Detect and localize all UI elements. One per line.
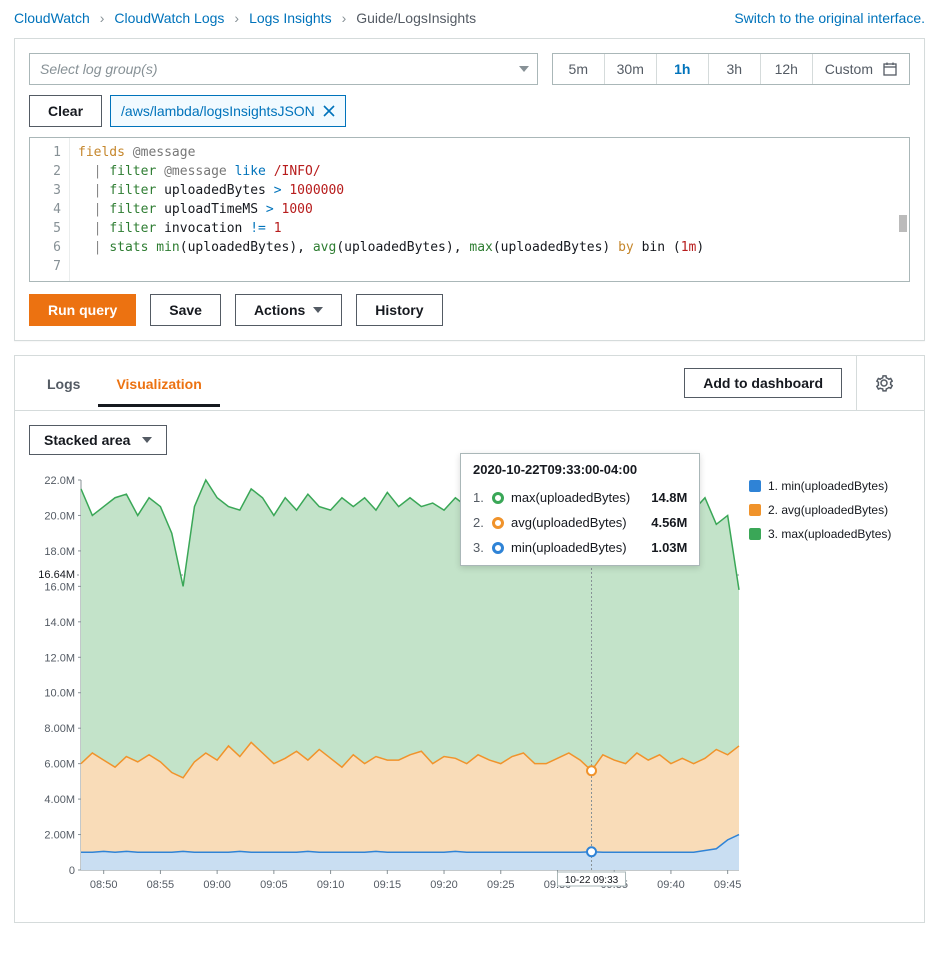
time-range-picker: 5m 30m 1h 3h 12h Custom: [552, 53, 910, 85]
calendar-icon: [883, 62, 897, 76]
svg-text:0: 0: [69, 865, 75, 877]
run-query-button[interactable]: Run query: [29, 294, 136, 326]
svg-text:08:50: 08:50: [90, 879, 118, 891]
editor-code[interactable]: fields @message | filter @message like /…: [70, 138, 909, 281]
svg-text:20.0M: 20.0M: [44, 510, 75, 522]
tab-visualization[interactable]: Visualization: [98, 360, 219, 407]
svg-text:09:05: 09:05: [260, 879, 288, 891]
svg-text:09:20: 09:20: [430, 879, 458, 891]
log-group-select[interactable]: Select log group(s): [29, 53, 538, 85]
tabs: Logs Visualization: [29, 360, 220, 407]
editor-gutter: 1234567: [30, 138, 70, 281]
close-icon[interactable]: [323, 105, 335, 117]
tab-logs[interactable]: Logs: [29, 360, 98, 407]
add-to-dashboard-button[interactable]: Add to dashboard: [684, 368, 842, 398]
svg-text:16.0M: 16.0M: [44, 581, 75, 593]
breadcrumb-link[interactable]: CloudWatch: [14, 10, 90, 26]
tooltip-title: 2020-10-22T09:33:00-04:00: [461, 454, 699, 485]
svg-text:09:00: 09:00: [203, 879, 231, 891]
results-panel: Logs Visualization Add to dashboard Stac…: [14, 355, 925, 923]
svg-text:2.00M: 2.00M: [44, 830, 75, 842]
time-range-5m[interactable]: 5m: [553, 54, 605, 84]
save-button[interactable]: Save: [150, 294, 221, 326]
svg-text:22.0M: 22.0M: [44, 475, 75, 487]
svg-text:8.00M: 8.00M: [44, 723, 75, 735]
chevron-right-icon: ›: [100, 10, 105, 26]
caret-down-icon: [519, 66, 529, 72]
svg-text:09:25: 09:25: [487, 879, 515, 891]
chevron-right-icon: ›: [234, 10, 239, 26]
svg-text:09:10: 09:10: [317, 879, 345, 891]
svg-text:09:15: 09:15: [374, 879, 402, 891]
legend-item[interactable]: 1. min(uploadedBytes): [749, 479, 910, 493]
time-range-12h[interactable]: 12h: [761, 54, 813, 84]
time-range-custom[interactable]: Custom: [813, 54, 909, 84]
breadcrumb-current: Guide/LogsInsights: [356, 10, 476, 26]
settings-button[interactable]: [856, 356, 910, 410]
svg-text:14.0M: 14.0M: [44, 617, 75, 629]
caret-down-icon: [142, 437, 152, 443]
svg-text:09:40: 09:40: [657, 879, 685, 891]
log-group-tag: /aws/lambda/logsInsightsJSON: [110, 95, 346, 127]
svg-text:10-22 09:33: 10-22 09:33: [565, 875, 619, 886]
tooltip-row: 1.max(uploadedBytes)14.8M: [461, 485, 699, 510]
chart-tooltip: 2020-10-22T09:33:00-04:00 1.max(uploaded…: [460, 453, 700, 566]
legend-item[interactable]: 3. max(uploadedBytes): [749, 527, 910, 541]
svg-text:6.00M: 6.00M: [44, 759, 75, 771]
switch-interface-link[interactable]: Switch to the original interface.: [734, 10, 925, 26]
time-range-1h[interactable]: 1h: [657, 54, 709, 84]
svg-text:08:55: 08:55: [147, 879, 175, 891]
gear-icon: [875, 374, 893, 392]
svg-text:12.0M: 12.0M: [44, 652, 75, 664]
legend-item[interactable]: 2. avg(uploadedBytes): [749, 503, 910, 517]
tooltip-row: 3.min(uploadedBytes)1.03M: [461, 535, 699, 565]
svg-text:16.64M: 16.64M: [38, 569, 75, 581]
history-button[interactable]: History: [356, 294, 442, 326]
svg-text:18.0M: 18.0M: [44, 546, 75, 558]
actions-button[interactable]: Actions: [235, 294, 342, 326]
svg-text:10.0M: 10.0M: [44, 688, 75, 700]
tooltip-row: 2.avg(uploadedBytes)4.56M: [461, 510, 699, 535]
breadcrumb: CloudWatch › CloudWatch Logs › Logs Insi…: [14, 10, 476, 26]
svg-text:09:45: 09:45: [714, 879, 742, 891]
time-range-30m[interactable]: 30m: [605, 54, 657, 84]
chevron-right-icon: ›: [342, 10, 347, 26]
clear-button[interactable]: Clear: [29, 95, 102, 127]
log-group-tag-label: /aws/lambda/logsInsightsJSON: [121, 103, 315, 119]
log-group-placeholder: Select log group(s): [40, 61, 158, 77]
breadcrumb-link[interactable]: CloudWatch Logs: [114, 10, 224, 26]
caret-down-icon: [313, 307, 323, 313]
query-panel: Select log group(s) 5m 30m 1h 3h 12h Cus…: [14, 38, 925, 341]
query-editor[interactable]: 1234567 fields @message | filter @messag…: [29, 137, 910, 282]
chart-type-select[interactable]: Stacked area: [29, 425, 167, 455]
breadcrumb-link[interactable]: Logs Insights: [249, 10, 332, 26]
svg-text:4.00M: 4.00M: [44, 794, 75, 806]
time-range-3h[interactable]: 3h: [709, 54, 761, 84]
chart-legend: 1. min(uploadedBytes) 2. avg(uploadedByte…: [749, 475, 910, 908]
